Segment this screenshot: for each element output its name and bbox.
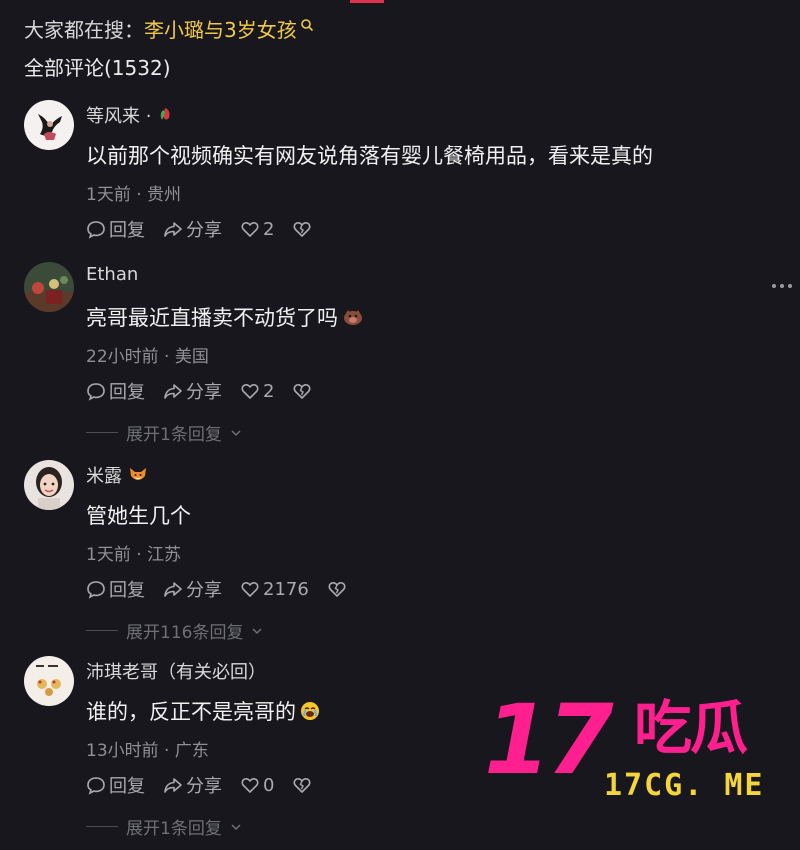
emoji-icon <box>344 310 362 325</box>
avatar[interactable] <box>24 460 74 510</box>
reply-icon <box>87 777 105 795</box>
watermark-logo: 17 吃瓜 17CG. ME <box>484 692 784 807</box>
broken-heart-icon <box>328 582 346 597</box>
like-button[interactable]: 0 <box>240 775 274 796</box>
share-icon <box>164 582 182 597</box>
reply-label: 回复 <box>109 580 145 601</box>
reply-button[interactable]: 回复 <box>86 216 145 242</box>
reply-button[interactable]: 回复 <box>86 378 145 404</box>
avatar[interactable] <box>24 262 74 312</box>
watermark-chinese: 吃瓜 <box>634 694 748 762</box>
comment-username[interactable]: 沛琪老哥（有关必回） <box>86 658 266 684</box>
broken-heart-icon <box>293 778 311 793</box>
expand-replies[interactable]: 展开1条回复 <box>86 420 242 445</box>
heart-icon <box>241 222 259 237</box>
like-count: 2 <box>263 218 275 240</box>
reply-icon <box>87 581 105 599</box>
like-button[interactable]: 2176 <box>240 579 309 600</box>
expand-replies-label: 展开116条回复 <box>126 623 244 643</box>
comment-username[interactable]: 等风来 · <box>86 102 151 128</box>
comment-text: 以前那个视频确实有网友说角落有婴儿餐椅用品，看来是真的 <box>86 144 653 168</box>
watermark-site: 17CG. ME <box>604 768 765 803</box>
reply-button[interactable]: 回复 <box>86 576 145 602</box>
share-button[interactable]: 分享 <box>163 216 222 242</box>
comment-meta: 22小时前 · 美国 <box>86 347 209 367</box>
reply-label: 回复 <box>109 220 145 241</box>
comment-meta: 1天前 · 江苏 <box>86 545 182 565</box>
broken-heart-icon <box>293 222 311 237</box>
like-button[interactable]: 2 <box>240 219 274 240</box>
share-button[interactable]: 分享 <box>163 772 222 798</box>
share-label: 分享 <box>186 220 222 241</box>
heart-icon <box>241 384 259 399</box>
avatar[interactable] <box>24 656 74 706</box>
reply-icon <box>87 221 105 239</box>
like-count: 0 <box>263 774 275 796</box>
heart-icon <box>241 778 259 793</box>
share-icon <box>164 778 182 793</box>
dislike-button[interactable] <box>292 381 312 401</box>
comment-text: 管她生几个 <box>86 504 191 528</box>
crying-emoji-icon <box>301 702 319 720</box>
comment-text: 谁的，反正不是亮哥的 <box>86 700 296 724</box>
reply-label: 回复 <box>109 776 145 797</box>
dislike-button[interactable] <box>292 775 312 795</box>
comment-username[interactable]: 米露 <box>86 462 122 488</box>
expand-replies-label: 展开1条回复 <box>126 819 222 839</box>
expand-replies[interactable]: 展开1条回复 <box>86 814 242 839</box>
share-icon <box>164 222 182 237</box>
comment-text: 亮哥最近直播卖不动货了吗 <box>86 306 338 330</box>
comments-header: 全部评论(1532) <box>24 56 171 80</box>
like-count: 2176 <box>263 578 309 600</box>
share-label: 分享 <box>186 776 222 797</box>
trending-search[interactable]: 大家都在搜： 李小璐与3岁女孩 <box>24 14 314 43</box>
chevron-down-icon <box>231 429 241 436</box>
badge-icon <box>161 108 170 120</box>
trending-search-term[interactable]: 李小璐与3岁女孩 <box>144 14 297 43</box>
avatar[interactable] <box>24 100 74 150</box>
trending-search-prefix: 大家都在搜： <box>24 18 144 42</box>
heart-icon <box>241 582 259 597</box>
broken-heart-icon <box>293 384 311 399</box>
reply-label: 回复 <box>109 382 145 403</box>
fox-icon <box>130 468 146 480</box>
expand-replies[interactable]: 展开116条回复 <box>86 618 263 643</box>
share-button[interactable]: 分享 <box>163 576 222 602</box>
dislike-button[interactable] <box>292 219 312 239</box>
search-icon <box>300 18 313 31</box>
share-label: 分享 <box>186 580 222 601</box>
share-button[interactable]: 分享 <box>163 378 222 404</box>
like-count: 2 <box>263 380 275 402</box>
reply-icon <box>87 383 105 401</box>
more-options-icon[interactable] <box>772 284 792 288</box>
comment-meta: 1天前 · 贵州 <box>86 185 182 205</box>
share-label: 分享 <box>186 382 222 403</box>
expand-replies-label: 展开1条回复 <box>126 425 222 445</box>
share-icon <box>164 384 182 399</box>
reply-button[interactable]: 回复 <box>86 772 145 798</box>
like-button[interactable]: 2 <box>240 381 274 402</box>
divider <box>86 826 118 827</box>
comment-username[interactable]: Ethan <box>86 264 138 285</box>
active-tab-indicator <box>350 0 384 3</box>
dislike-button[interactable] <box>327 579 347 599</box>
divider <box>86 432 118 433</box>
comment-meta: 13小时前 · 广东 <box>86 741 209 761</box>
divider <box>86 630 118 631</box>
chevron-down-icon <box>231 823 241 830</box>
chevron-down-icon <box>252 627 262 634</box>
watermark-number: 17 <box>484 684 614 796</box>
